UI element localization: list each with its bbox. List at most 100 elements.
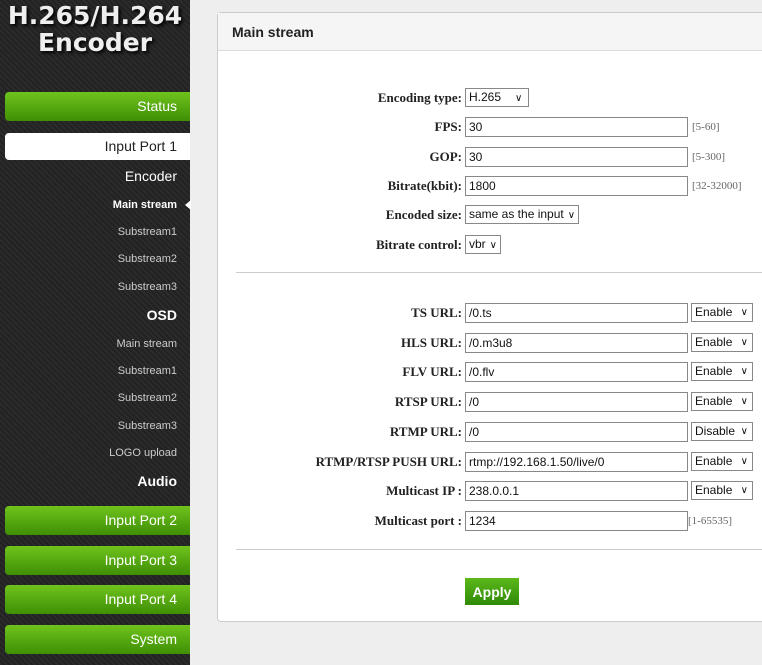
gop-label: GOP: bbox=[429, 149, 463, 164]
logo-line-2: Encoder bbox=[37, 28, 153, 57]
nav-osd-main-stream[interactable]: Main stream bbox=[116, 338, 177, 350]
bitrate-label: Bitrate(kbit): bbox=[387, 178, 462, 193]
chevron-down-icon: ∨ bbox=[740, 426, 748, 437]
nav-input-port-2[interactable]: Input Port 2 bbox=[5, 506, 190, 535]
nav-osd[interactable]: OSD bbox=[147, 307, 177, 323]
multicast-ip-label: Multicast IP : bbox=[386, 483, 462, 498]
rtsp-url-input[interactable]: /0 bbox=[465, 392, 688, 412]
ts-url-row: TS URL:/0.ts Enable ∨ bbox=[218, 303, 762, 323]
multicast-port-label: Multicast port : bbox=[374, 513, 462, 528]
nav-osd-substream3[interactable]: Substream3 bbox=[118, 420, 177, 432]
bitrate-control-label: Bitrate control: bbox=[375, 237, 462, 252]
nav-encoder-main-stream[interactable]: Main stream bbox=[113, 199, 177, 211]
active-indicator-icon bbox=[185, 200, 191, 210]
encoding-type-label: Encoding type: bbox=[377, 90, 462, 105]
nav-encoder-substream3[interactable]: Substream3 bbox=[118, 281, 177, 293]
chevron-down-icon: ∨ bbox=[567, 210, 576, 221]
fps-label: FPS: bbox=[434, 119, 462, 134]
gop-range: [5-300] bbox=[692, 151, 725, 163]
nav-input-port-4[interactable]: Input Port 4 bbox=[5, 585, 190, 614]
gop-row: GOP: 30 [5-300] bbox=[218, 147, 762, 167]
encoded-size-select[interactable]: same as the input ∨ bbox=[465, 205, 580, 224]
multicast-port-range: [1-65535] bbox=[688, 515, 732, 527]
multicast-ip-input[interactable]: 238.0.0.1 bbox=[465, 481, 688, 501]
nav-encoder-substream1[interactable]: Substream1 bbox=[118, 226, 177, 238]
push-url-input[interactable]: rtmp://192.168.1.50/live/0 bbox=[465, 452, 688, 472]
ts-url-state-value: Enable bbox=[695, 305, 733, 319]
hls-url-input[interactable]: /0.m3u8 bbox=[465, 333, 688, 353]
chevron-down-icon: ∨ bbox=[740, 307, 748, 318]
encoded-size-label: Encoded size: bbox=[385, 207, 462, 222]
encoding-type-value: H.265 bbox=[469, 90, 502, 104]
rtmp-url-input[interactable]: /0 bbox=[465, 422, 688, 442]
bitrate-control-value: vbr bbox=[469, 237, 486, 251]
rtmp-url-state-value: Disable bbox=[695, 424, 736, 438]
push-url-row: RTMP/RTSP PUSH URL: rtmp://192.168.1.50/l… bbox=[218, 452, 762, 472]
chevron-down-icon: ∨ bbox=[740, 396, 748, 407]
nav-osd-substream2[interactable]: Substream2 bbox=[118, 392, 177, 404]
bitrate-range: [32-32000] bbox=[692, 180, 742, 192]
nav-encoder-substream2[interactable]: Substream2 bbox=[118, 253, 177, 265]
rtsp-url-state-value: Enable bbox=[695, 394, 733, 408]
flv-url-label: FLV URL: bbox=[402, 364, 462, 379]
multicast-port-row: Multicast port : 1234 [1-65535] bbox=[218, 511, 762, 531]
push-url-label: RTMP/RTSP PUSH URL: bbox=[315, 454, 462, 469]
push-url-state-select[interactable]: Enable ∨ bbox=[691, 452, 753, 471]
bitrate-control-select[interactable]: vbr ∨ bbox=[465, 235, 501, 254]
flv-url-row: FLV URL:/0.flv Enable ∨ bbox=[218, 362, 762, 382]
flv-url-state-select[interactable]: Enable ∨ bbox=[691, 362, 753, 381]
rtmp-url-row: RTMP URL:/0 Disable ∨ bbox=[218, 422, 762, 442]
logo-line-1: H.265/H.264 bbox=[7, 1, 183, 30]
push-url-state-value: Enable bbox=[695, 454, 733, 468]
nav-status[interactable]: Status bbox=[5, 92, 190, 121]
nav-audio[interactable]: Audio bbox=[137, 473, 177, 489]
gop-input[interactable]: 30 bbox=[465, 147, 688, 167]
chevron-down-icon: ∨ bbox=[740, 337, 748, 348]
divider bbox=[236, 272, 762, 273]
nav-input-port-1[interactable]: Input Port 1 bbox=[5, 133, 190, 160]
hls-url-label: HLS URL: bbox=[400, 335, 462, 350]
encoding-type-row: Encoding type: H.265 ∨ bbox=[218, 88, 762, 108]
fps-range: [5-60] bbox=[692, 121, 720, 133]
panel-title: Main stream bbox=[218, 13, 762, 51]
nav-logo-upload[interactable]: LOGO upload bbox=[109, 447, 177, 459]
hls-url-row: HLS URL:/0.m3u8 Enable ∨ bbox=[218, 333, 762, 353]
rtmp-url-label: RTMP URL: bbox=[389, 424, 462, 439]
bitrate-control-row: Bitrate control: vbr ∨ bbox=[218, 235, 762, 255]
multicast-port-input[interactable]: 1234 bbox=[465, 511, 688, 531]
fps-input[interactable]: 30 bbox=[465, 117, 688, 137]
flv-url-input[interactable]: /0.flv bbox=[465, 362, 688, 382]
ts-url-input[interactable]: /0.ts bbox=[465, 303, 688, 323]
chevron-down-icon: ∨ bbox=[740, 366, 748, 377]
nav-encoder[interactable]: Encoder bbox=[125, 168, 177, 184]
hls-url-state-select[interactable]: Enable ∨ bbox=[691, 333, 753, 352]
nav-osd-substream1[interactable]: Substream1 bbox=[118, 365, 177, 377]
rtsp-url-label: RTSP URL: bbox=[394, 394, 462, 409]
ts-url-label: TS URL: bbox=[411, 305, 462, 320]
hls-url-state-value: Enable bbox=[695, 335, 733, 349]
flv-url-state-value: Enable bbox=[695, 364, 733, 378]
encoded-size-row: Encoded size: same as the input ∨ bbox=[218, 205, 762, 225]
multicast-ip-state-select[interactable]: Enable ∨ bbox=[691, 481, 753, 500]
multicast-ip-row: Multicast IP :238.0.0.1 Enable ∨ bbox=[218, 481, 762, 501]
chevron-down-icon: ∨ bbox=[740, 485, 748, 496]
ts-url-state-select[interactable]: Enable ∨ bbox=[691, 303, 753, 322]
encoded-size-value: same as the input bbox=[469, 207, 564, 221]
chevron-down-icon: ∨ bbox=[489, 240, 497, 251]
divider bbox=[236, 549, 762, 550]
bitrate-input[interactable]: 1800 bbox=[465, 176, 688, 196]
nav-input-port-3[interactable]: Input Port 3 bbox=[5, 546, 190, 575]
nav-system[interactable]: System bbox=[5, 625, 190, 654]
rtsp-url-state-select[interactable]: Enable ∨ bbox=[691, 392, 753, 411]
encoding-type-select[interactable]: H.265 ∨ bbox=[465, 88, 529, 107]
apply-button[interactable]: Apply bbox=[465, 578, 519, 605]
sidebar: H.265/H.264 Encoder Status Input Port 1 … bbox=[0, 0, 191, 665]
bitrate-row: Bitrate(kbit): 1800 [32-32000] bbox=[218, 176, 762, 196]
multicast-ip-state-value: Enable bbox=[695, 483, 733, 497]
rtsp-url-row: RTSP URL:/0 Enable ∨ bbox=[218, 392, 762, 412]
main-stream-panel: Main stream Encoding type: H.265 ∨ FPS: 3… bbox=[217, 12, 762, 622]
chevron-down-icon: ∨ bbox=[740, 456, 748, 467]
chevron-down-icon: ∨ bbox=[515, 93, 523, 104]
fps-row: FPS: 30 [5-60] bbox=[218, 117, 762, 137]
rtmp-url-state-select[interactable]: Disable ∨ bbox=[691, 422, 753, 441]
